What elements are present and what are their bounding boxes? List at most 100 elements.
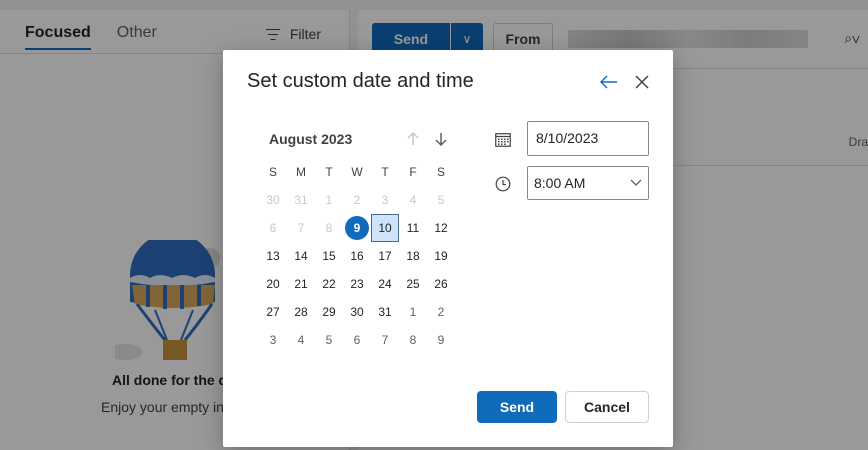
calendar-day[interactable]: 25: [399, 270, 427, 298]
calendar-day-label: 30: [350, 305, 364, 319]
calendar-day-label: 9: [345, 216, 369, 240]
calendar-day[interactable]: 2: [427, 298, 455, 326]
calendar-day-label: 6: [353, 333, 361, 347]
chevron-down-icon: [630, 179, 642, 186]
calendar-day[interactable]: 10: [371, 214, 399, 242]
time-value: 8:00 AM: [534, 175, 586, 191]
calendar-day-label: 21: [294, 277, 308, 291]
calendar-day[interactable]: 30: [343, 298, 371, 326]
previous-month-button[interactable]: [403, 128, 423, 150]
calendar-day-label: 3: [269, 333, 277, 347]
calendar-day-label: 5: [325, 333, 333, 347]
weekday-label: M: [296, 165, 306, 179]
calendar-day-label: 12: [434, 221, 448, 235]
arrow-up-icon: [407, 132, 419, 145]
calendar-day[interactable]: 21: [287, 270, 315, 298]
weekday-header: S M T W T F S: [259, 162, 455, 182]
calendar-day-label: 22: [322, 277, 336, 291]
calendar-day[interactable]: 8: [399, 326, 427, 354]
time-dropdown[interactable]: 8:00 AM: [527, 166, 649, 200]
weekday-label: T: [381, 165, 389, 179]
calendar-day-label: 14: [294, 249, 308, 263]
weekday-label: F: [409, 165, 417, 179]
calendar-day-label: 5: [437, 193, 445, 207]
arrow-left-icon: [600, 75, 617, 89]
calendar-day[interactable]: 31: [371, 298, 399, 326]
calendar-day-label: 15: [322, 249, 336, 263]
date-input[interactable]: 8/10/2023: [527, 121, 649, 156]
weekday-label: S: [268, 165, 277, 179]
calendar-day[interactable]: 30: [259, 186, 287, 214]
calendar-day-label: 10: [378, 221, 392, 235]
calendar-day[interactable]: 12: [427, 214, 455, 242]
calendar-day[interactable]: 13: [259, 242, 287, 270]
calendar-day[interactable]: 16: [343, 242, 371, 270]
calendar-day-label: 8: [409, 333, 417, 347]
calendar-day[interactable]: 3: [371, 186, 399, 214]
calendar-day[interactable]: 24: [371, 270, 399, 298]
calendar-day[interactable]: 22: [315, 270, 343, 298]
calendar-day[interactable]: 4: [399, 186, 427, 214]
send-button[interactable]: Send: [477, 391, 557, 423]
back-button[interactable]: [597, 70, 621, 94]
calendar-day[interactable]: 27: [259, 298, 287, 326]
calendar-day-label: 16: [350, 249, 364, 263]
calendar-month-label[interactable]: August 2023: [269, 131, 352, 147]
calendar-day[interactable]: 5: [315, 326, 343, 354]
calendar-day[interactable]: 6: [259, 214, 287, 242]
calendar-day[interactable]: 3: [259, 326, 287, 354]
close-button[interactable]: [630, 70, 654, 94]
calendar-day[interactable]: 1: [399, 298, 427, 326]
calendar-day-label: 9: [437, 333, 445, 347]
calendar-day[interactable]: 2: [343, 186, 371, 214]
calendar-day-label: 4: [297, 333, 305, 347]
calendar-day[interactable]: 7: [371, 326, 399, 354]
calendar-day-label: 3: [381, 193, 389, 207]
calendar-day-label: 23: [350, 277, 364, 291]
calendar-day[interactable]: 23: [343, 270, 371, 298]
calendar-day-label: 28: [294, 305, 308, 319]
calendar-day-label: 31: [294, 193, 308, 207]
calendar-day[interactable]: 9: [427, 326, 455, 354]
calendar-day[interactable]: 9: [343, 214, 371, 242]
calendar-day[interactable]: 26: [427, 270, 455, 298]
weekday-label: T: [325, 165, 333, 179]
calendar-icon: [495, 132, 511, 152]
next-month-button[interactable]: [431, 128, 451, 150]
clock-icon: [495, 176, 511, 197]
calendar-day-label: 4: [409, 193, 417, 207]
calendar-day[interactable]: 18: [399, 242, 427, 270]
arrow-down-icon: [435, 133, 447, 146]
weekday-label: S: [436, 165, 445, 179]
calendar-day[interactable]: 8: [315, 214, 343, 242]
calendar-day[interactable]: 15: [315, 242, 343, 270]
calendar-day-label: 2: [437, 305, 445, 319]
close-icon: [635, 75, 649, 89]
weekday-label: W: [351, 165, 363, 179]
calendar-day-label: 13: [266, 249, 280, 263]
calendar-day-label: 11: [406, 221, 420, 235]
calendar-day[interactable]: 6: [343, 326, 371, 354]
calendar-day[interactable]: 19: [427, 242, 455, 270]
calendar-day[interactable]: 17: [371, 242, 399, 270]
calendar-day[interactable]: 20: [259, 270, 287, 298]
calendar-day-label: 27: [266, 305, 280, 319]
calendar-day-label: 2: [353, 193, 361, 207]
cancel-button[interactable]: Cancel: [565, 391, 649, 423]
calendar-day[interactable]: 28: [287, 298, 315, 326]
calendar-day[interactable]: 31: [287, 186, 315, 214]
calendar-day[interactable]: 4: [287, 326, 315, 354]
calendar-day[interactable]: 29: [315, 298, 343, 326]
calendar-day-label: 25: [406, 277, 420, 291]
calendar-day-label: 8: [325, 221, 333, 235]
calendar-day[interactable]: 7: [287, 214, 315, 242]
calendar-day-label: 7: [381, 333, 389, 347]
custom-date-time-dialog: Set custom date and time August 2023 S M…: [223, 50, 673, 447]
calendar-day-label: 26: [434, 277, 448, 291]
calendar-day-label: 20: [266, 277, 280, 291]
calendar-day-label: 24: [378, 277, 392, 291]
calendar-day[interactable]: 5: [427, 186, 455, 214]
calendar-day[interactable]: 1: [315, 186, 343, 214]
calendar-day[interactable]: 14: [287, 242, 315, 270]
calendar-day[interactable]: 11: [399, 214, 427, 242]
